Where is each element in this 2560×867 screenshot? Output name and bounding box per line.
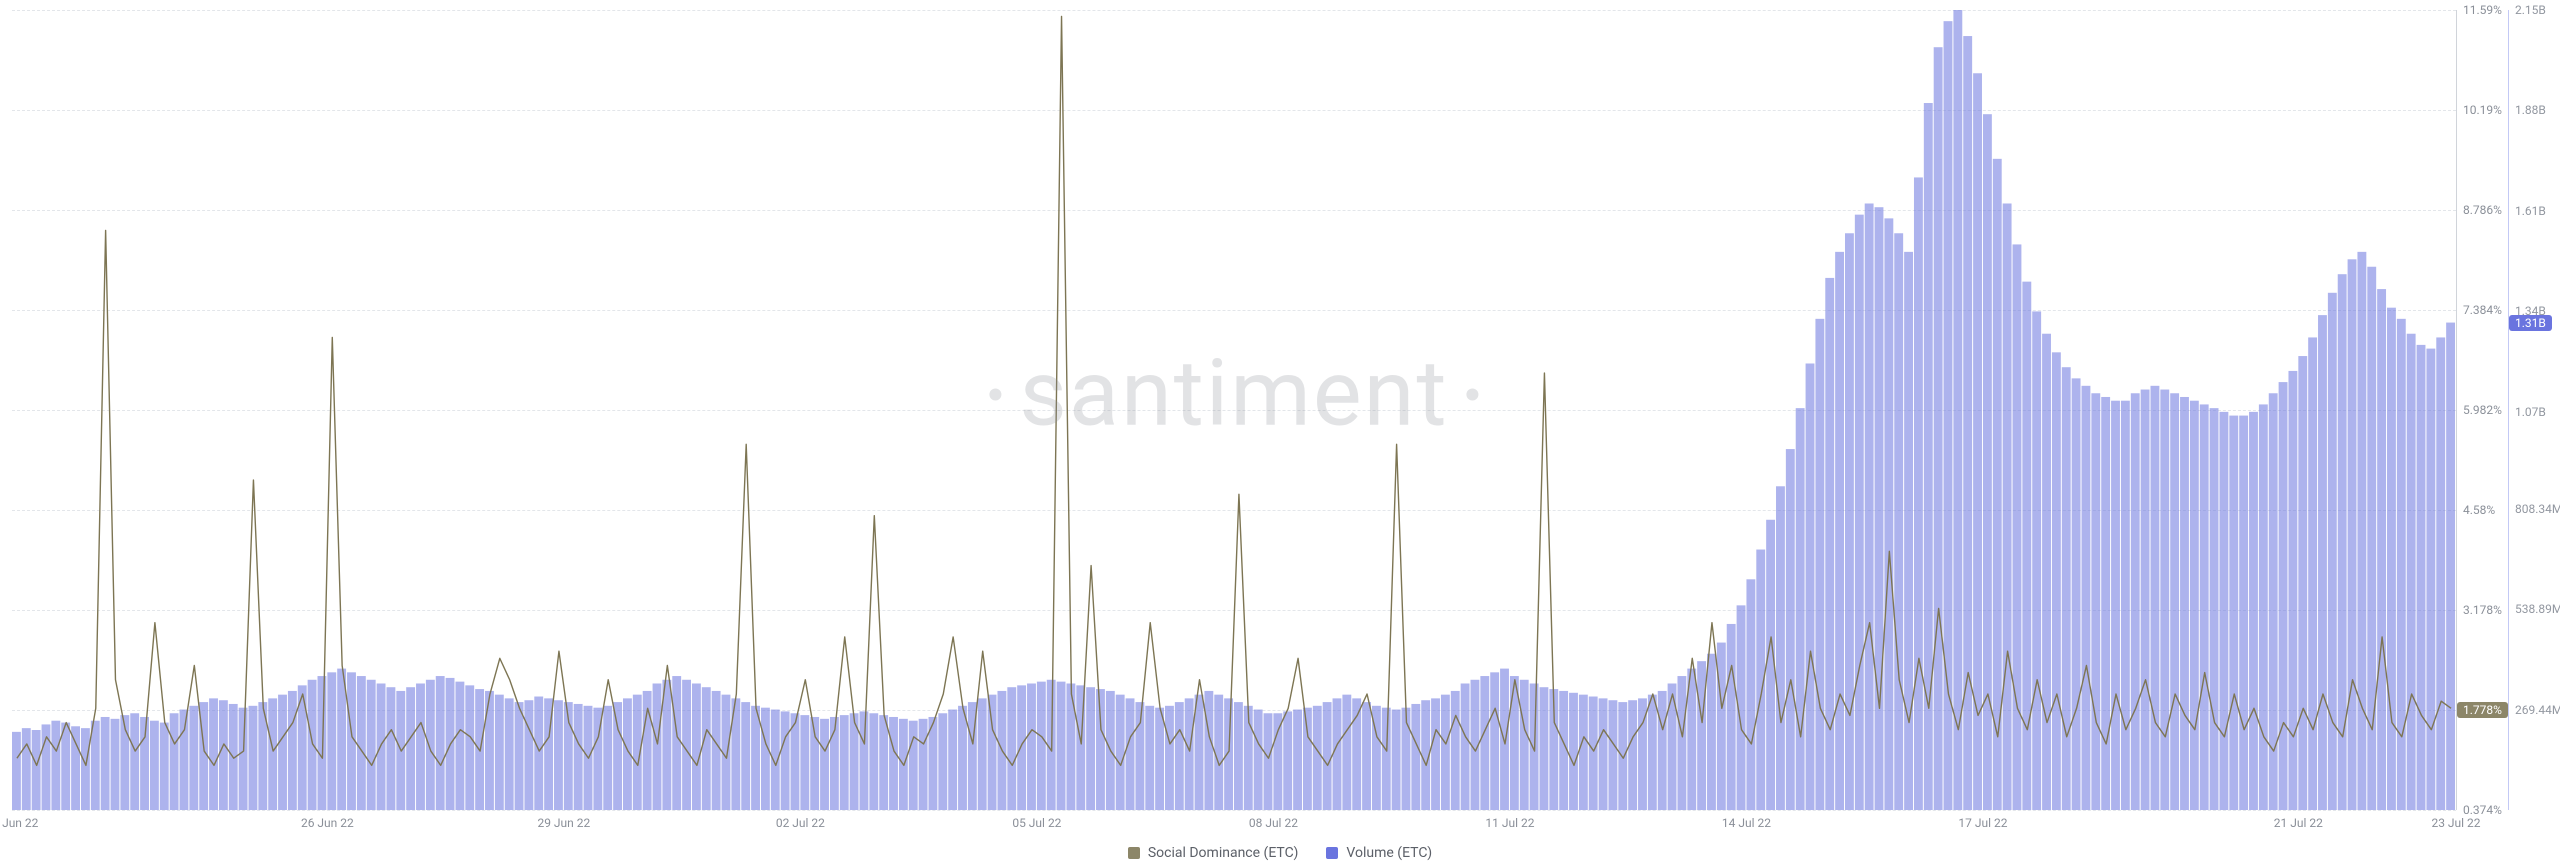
legend-label: Volume (ETC): [1346, 845, 1432, 861]
xtick: 17 Jul 22: [1958, 816, 2007, 830]
xtick: 22 Jun 22: [0, 816, 38, 830]
xtick: 05 Jul 22: [1012, 816, 1061, 830]
ytick-vol: 808.34M: [2515, 502, 2560, 516]
legend-item-social-dominance[interactable]: Social Dominance (ETC): [1128, 845, 1299, 861]
ytick-sd: 10.19%: [2463, 103, 2502, 117]
right-y-axes: 0.374%1.778%3.178%4.58%5.982%7.384%8.786…: [2456, 10, 2560, 810]
marker-volume: 1.31B: [2509, 315, 2552, 331]
xtick: 21 Jul 22: [2274, 816, 2323, 830]
xtick: 23 Jul 22: [2431, 816, 2480, 830]
ytick-sd: 3.178%: [2463, 603, 2502, 617]
axis-social-dominance: 0.374%1.778%3.178%4.58%5.982%7.384%8.786…: [2456, 10, 2506, 810]
xtick: 08 Jul 22: [1249, 816, 1298, 830]
ytick-sd: 5.982%: [2463, 403, 2502, 417]
ytick-vol: 269.44M: [2515, 703, 2560, 717]
x-axis: 22 Jun 2226 Jun 2229 Jun 2202 Jul 2205 J…: [12, 814, 2456, 836]
swatch-icon: [1128, 847, 1140, 859]
ytick-sd: 0.374%: [2463, 803, 2502, 817]
plot-area[interactable]: santiment: [12, 10, 2456, 810]
ytick-vol: 538.89M: [2515, 602, 2560, 616]
ytick-vol: 1.07B: [2515, 405, 2546, 419]
legend: Social Dominance (ETC) Volume (ETC): [0, 845, 2560, 861]
legend-item-volume[interactable]: Volume (ETC): [1326, 845, 1432, 861]
xtick: 14 Jul 22: [1722, 816, 1771, 830]
ytick-sd: 7.384%: [2463, 303, 2502, 317]
xtick: 26 Jun 22: [301, 816, 354, 830]
ytick-vol: 2.15B: [2515, 3, 2546, 17]
social-dominance-line: [12, 10, 2456, 810]
marker-social-dominance: 1.778%: [2457, 702, 2508, 718]
ytick-vol: 1.88B: [2515, 103, 2546, 117]
ytick-vol: 1.61B: [2515, 204, 2546, 218]
swatch-icon: [1326, 847, 1338, 859]
xtick: 11 Jul 22: [1485, 816, 1534, 830]
ytick-sd: 8.786%: [2463, 203, 2502, 217]
ytick-sd: 11.59%: [2463, 3, 2502, 17]
legend-label: Social Dominance (ETC): [1148, 845, 1299, 861]
ytick-sd: 4.58%: [2463, 503, 2495, 517]
axis-volume: 269.44M538.89M808.34M1.07B1.34B1.61B1.88…: [2508, 10, 2558, 810]
xtick: 29 Jun 22: [537, 816, 590, 830]
chart-container: santiment 0.374% 1.778% 3.178% 4.58% 5.982% 7…: [0, 0, 2560, 867]
xtick: 02 Jul 22: [776, 816, 825, 830]
